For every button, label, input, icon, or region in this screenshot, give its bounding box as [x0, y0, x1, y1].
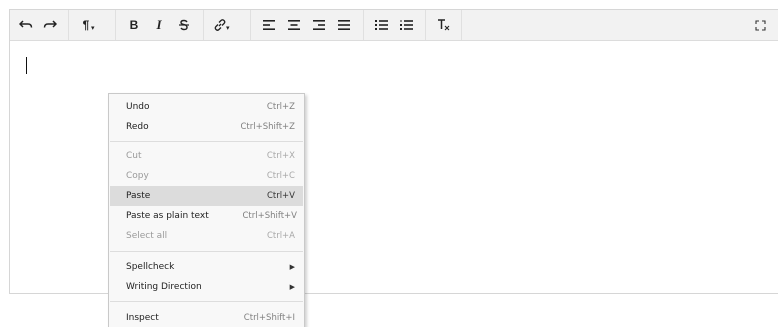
menu-item-shortcut: Ctrl+V: [266, 191, 295, 201]
redo-button[interactable]: [38, 10, 62, 40]
align-left-icon: [263, 20, 275, 30]
paragraph-format-button[interactable]: ¶ ▾: [74, 10, 98, 40]
toolbar-separator: [461, 10, 462, 40]
bold-icon: B: [129, 18, 139, 32]
menu-item-label: Paste: [126, 191, 151, 201]
menu-item-inspect[interactable]: Inspect Ctrl+Shift+I: [110, 308, 303, 327]
menu-item-cut[interactable]: Cut Ctrl+X: [110, 146, 303, 166]
menu-item-spellcheck[interactable]: Spellcheck ▶: [110, 257, 303, 277]
toolbar-separator: [363, 10, 364, 40]
text-cursor: [26, 57, 27, 74]
fullscreen-button[interactable]: [748, 10, 772, 40]
undo-icon: [19, 20, 33, 28]
menu-item-shortcut: Ctrl+A: [266, 231, 295, 241]
link-icon: [214, 19, 226, 31]
menu-separator: [110, 141, 303, 142]
menu-item-shortcut: Ctrl+Shift+V: [242, 211, 297, 221]
dropdown-caret-icon: ▾: [91, 25, 95, 32]
menu-item-shortcut: Ctrl+C: [266, 171, 295, 181]
submenu-arrow-icon: ▶: [289, 263, 295, 271]
menu-item-copy[interactable]: Copy Ctrl+C: [110, 166, 303, 186]
menu-item-paste-plain-text[interactable]: Paste as plain text Ctrl+Shift+V: [110, 206, 303, 226]
numbered-list-icon: [399, 20, 413, 30]
menu-item-label: Writing Direction: [126, 282, 202, 292]
menu-item-shortcut: Ctrl+X: [266, 151, 295, 161]
align-right-button[interactable]: [307, 10, 331, 40]
justify-button[interactable]: [332, 10, 356, 40]
bold-button[interactable]: B: [122, 10, 146, 40]
strikethrough-icon: [179, 19, 189, 31]
link-button[interactable]: ▾: [208, 10, 232, 40]
toolbar-separator: [115, 10, 116, 40]
menu-item-label: Select all: [126, 231, 168, 241]
italic-icon: I: [156, 17, 162, 32]
menu-item-label: Redo: [126, 122, 149, 132]
align-justify-icon: [338, 20, 350, 30]
italic-button[interactable]: I: [147, 10, 171, 40]
menu-item-label: Paste as plain text: [126, 211, 209, 221]
menu-item-shortcut: Ctrl+Shift+I: [243, 313, 295, 323]
submenu-arrow-icon: ▶: [289, 283, 295, 291]
align-center-icon: [288, 20, 300, 30]
bulleted-list-icon: [374, 20, 388, 30]
menu-item-shortcut: Ctrl+Z: [266, 102, 295, 112]
context-menu: Undo Ctrl+Z Redo Ctrl+Shift+Z Cut Ctrl+X…: [108, 93, 305, 327]
toolbar-separator: [250, 10, 251, 40]
toolbar-separator: [203, 10, 204, 40]
undo-button[interactable]: [14, 10, 38, 40]
toolbar-separator: [68, 10, 69, 40]
align-center-button[interactable]: [282, 10, 306, 40]
menu-item-label: Inspect: [126, 313, 159, 323]
editor-toolbar: ¶ ▾ B I ▾: [10, 10, 778, 41]
menu-item-label: Undo: [126, 102, 150, 112]
bulleted-list-button[interactable]: [369, 10, 393, 40]
menu-item-label: Copy: [126, 171, 149, 181]
menu-item-undo[interactable]: Undo Ctrl+Z: [110, 97, 303, 117]
menu-item-redo[interactable]: Redo Ctrl+Shift+Z: [110, 117, 303, 137]
menu-item-select-all[interactable]: Select all Ctrl+A: [110, 226, 303, 246]
menu-separator: [110, 301, 303, 302]
align-left-button[interactable]: [257, 10, 281, 40]
toolbar-separator: [425, 10, 426, 40]
menu-item-shortcut: Ctrl+Shift+Z: [240, 122, 295, 132]
fullscreen-icon: [754, 19, 766, 31]
strikethrough-button[interactable]: [172, 10, 196, 40]
menu-item-label: Cut: [126, 151, 142, 161]
align-right-icon: [313, 20, 325, 30]
pilcrow-icon: ¶: [82, 18, 90, 32]
menu-item-paste[interactable]: Paste Ctrl+V: [110, 186, 303, 206]
redo-icon: [43, 20, 57, 28]
dropdown-caret-icon: ▾: [226, 25, 230, 32]
clear-formatting-button[interactable]: [431, 10, 455, 40]
menu-item-writing-direction[interactable]: Writing Direction ▶: [110, 277, 303, 297]
menu-separator: [110, 251, 303, 252]
numbered-list-button[interactable]: [394, 10, 418, 40]
menu-item-label: Spellcheck: [126, 262, 175, 272]
clear-formatting-icon: [437, 19, 449, 31]
